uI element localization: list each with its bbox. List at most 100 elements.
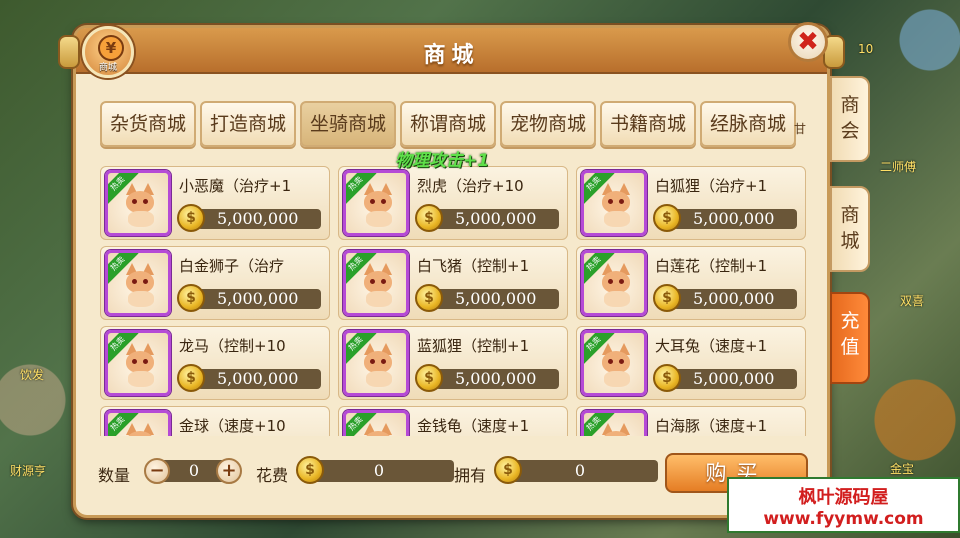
tab-meridian[interactable]: 经脉商城 [700, 101, 796, 147]
owned-label: 拥有 [454, 466, 487, 485]
shop-item-card[interactable]: 热卖 大耳兔（速度+1 5,000,000 $ [576, 326, 806, 400]
gold-coin-icon: $ [653, 364, 681, 392]
category-tabs: 杂货商城 打造商城 坐骑商城 称谓商城 宠物商城 书籍商城 经脉商城 [100, 101, 796, 147]
fox-mount-icon [120, 343, 160, 389]
fox-mount-icon [596, 423, 636, 436]
item-name: 白莲花（控制+1 [655, 257, 768, 275]
gold-coin-icon: $ [177, 204, 205, 232]
item-name: 金球（速度+10 [179, 417, 286, 435]
item-price: 5,000,000 [673, 289, 797, 309]
fox-mount-icon [358, 423, 398, 436]
fox-mount-icon [120, 263, 160, 309]
side-tab-recharge[interactable]: 充 值 [830, 292, 870, 384]
scene-label: 双喜 [900, 294, 925, 308]
side-tab-label: 充 值 [840, 310, 860, 358]
shop-item-card[interactable]: 热卖 白莲花（控制+1 5,000,000 $ [576, 246, 806, 320]
increase-quantity-button[interactable]: + [216, 458, 242, 484]
shop-emblem: ¥ 商城 [82, 26, 134, 78]
item-name: 白海豚（速度+1 [655, 417, 768, 435]
gold-coin-icon: $ [415, 364, 443, 392]
gold-coin-icon: $ [177, 284, 205, 312]
money-bag-icon: ¥ [98, 35, 124, 61]
scene-label: 金宝 [890, 462, 915, 476]
item-thumbnail: 热卖 [105, 170, 171, 236]
tab-title[interactable]: 称谓商城 [400, 101, 496, 147]
shop-item-card[interactable]: 热卖 金球（速度+10 [100, 406, 330, 436]
floating-stat-text: 物理攻击+1 [395, 151, 490, 171]
tab-pet[interactable]: 宠物商城 [500, 101, 596, 147]
item-thumbnail: 热卖 [581, 410, 647, 436]
tab-book[interactable]: 书籍商城 [600, 101, 696, 147]
watermark-url: www.fyymw.com [763, 509, 924, 529]
side-tab-guild[interactable]: 商 会 [830, 76, 870, 162]
shop-item-card[interactable]: 热卖 白狐狸（治疗+1 5,000,000 $ [576, 166, 806, 240]
fox-mount-icon [358, 343, 398, 389]
item-grid[interactable]: 热卖 小恶魔（治疗+1 5,000,000 $ 热卖 烈虎（治疗+10 5,000,000 $… [100, 166, 808, 436]
item-name: 白金狮子（治疗 [179, 257, 285, 275]
item-name: 龙马（控制+10 [179, 337, 286, 355]
emblem-label: 商城 [98, 63, 117, 73]
item-name: 白飞猪（控制+1 [417, 257, 530, 275]
decrease-quantity-button[interactable]: − [144, 458, 170, 484]
item-name: 白狐狸（治疗+1 [655, 177, 768, 195]
fox-mount-icon [596, 183, 636, 229]
side-tab-label: 商 城 [840, 204, 860, 252]
title-bar: 商城 [76, 28, 827, 74]
cost-value: 0 [304, 460, 454, 482]
gold-coin-icon: $ [653, 204, 681, 232]
shop-item-card[interactable]: 热卖 白飞猪（控制+1 5,000,000 $ [338, 246, 568, 320]
item-name: 小恶魔（治疗+1 [179, 177, 292, 195]
item-thumbnail: 热卖 [105, 250, 171, 316]
tab-mount[interactable]: 坐骑商城 [300, 101, 396, 147]
gold-coin-icon: $ [494, 456, 522, 484]
scene-label: 饮发 [20, 368, 45, 382]
scroll-ornament-left [58, 35, 80, 69]
gold-coin-icon: $ [653, 284, 681, 312]
item-thumbnail: 热卖 [105, 330, 171, 396]
scene-label: 财源亨 [10, 464, 47, 478]
tab-overflow-text: 甘 [794, 122, 807, 136]
shop-item-card[interactable]: 热卖 蓝狐狸（控制+1 5,000,000 $ [338, 326, 568, 400]
close-button[interactable]: ✖ [788, 22, 828, 62]
quantity-label: 数量 [98, 466, 131, 485]
watermark-title: 枫叶源码屋 [798, 487, 889, 508]
item-name: 烈虎（治疗+10 [417, 177, 524, 195]
fox-mount-icon [358, 263, 398, 309]
item-price: 5,000,000 [673, 369, 797, 389]
gold-coin-icon: $ [415, 204, 443, 232]
side-tab-shop[interactable]: 商 城 [830, 186, 870, 272]
site-watermark: 枫叶源码屋 www.fyymw.com [727, 477, 960, 533]
item-price: 5,000,000 [673, 209, 797, 229]
fox-mount-icon [358, 183, 398, 229]
item-price: 5,000,000 [435, 289, 559, 309]
item-thumbnail: 热卖 [581, 250, 647, 316]
owned-value: 0 [502, 460, 658, 482]
side-tab-label: 商 会 [840, 94, 860, 142]
gold-coin-icon: $ [177, 364, 205, 392]
tab-forge[interactable]: 打造商城 [200, 101, 296, 147]
item-name: 金钱龟（速度+1 [417, 417, 530, 435]
tab-general[interactable]: 杂货商城 [100, 101, 196, 147]
shop-item-card[interactable]: 热卖 小恶魔（治疗+1 5,000,000 $ [100, 166, 330, 240]
item-thumbnail: 热卖 [343, 330, 409, 396]
window-title: 商城 [423, 43, 480, 68]
item-price: 5,000,000 [197, 209, 321, 229]
shop-item-card[interactable]: 热卖 白金狮子（治疗 5,000,000 $ [100, 246, 330, 320]
item-price: 5,000,000 [197, 289, 321, 309]
gold-coin-icon: $ [296, 456, 324, 484]
item-name: 大耳兔（速度+1 [655, 337, 768, 355]
shop-item-card[interactable]: 热卖 烈虎（治疗+10 5,000,000 $ [338, 166, 568, 240]
item-thumbnail: 热卖 [343, 410, 409, 436]
item-price: 5,000,000 [197, 369, 321, 389]
fox-mount-icon [120, 423, 160, 436]
scene-label: 10 [858, 42, 874, 56]
item-thumbnail: 热卖 [343, 250, 409, 316]
item-thumbnail: 热卖 [105, 410, 171, 436]
shop-item-card[interactable]: 热卖 金钱龟（速度+1 [338, 406, 568, 436]
gold-coin-icon: $ [415, 284, 443, 312]
shop-item-card[interactable]: 热卖 龙马（控制+10 5,000,000 $ [100, 326, 330, 400]
item-thumbnail: 热卖 [343, 170, 409, 236]
item-thumbnail: 热卖 [581, 330, 647, 396]
shop-item-card[interactable]: 热卖 白海豚（速度+1 [576, 406, 806, 436]
item-price: 5,000,000 [435, 369, 559, 389]
